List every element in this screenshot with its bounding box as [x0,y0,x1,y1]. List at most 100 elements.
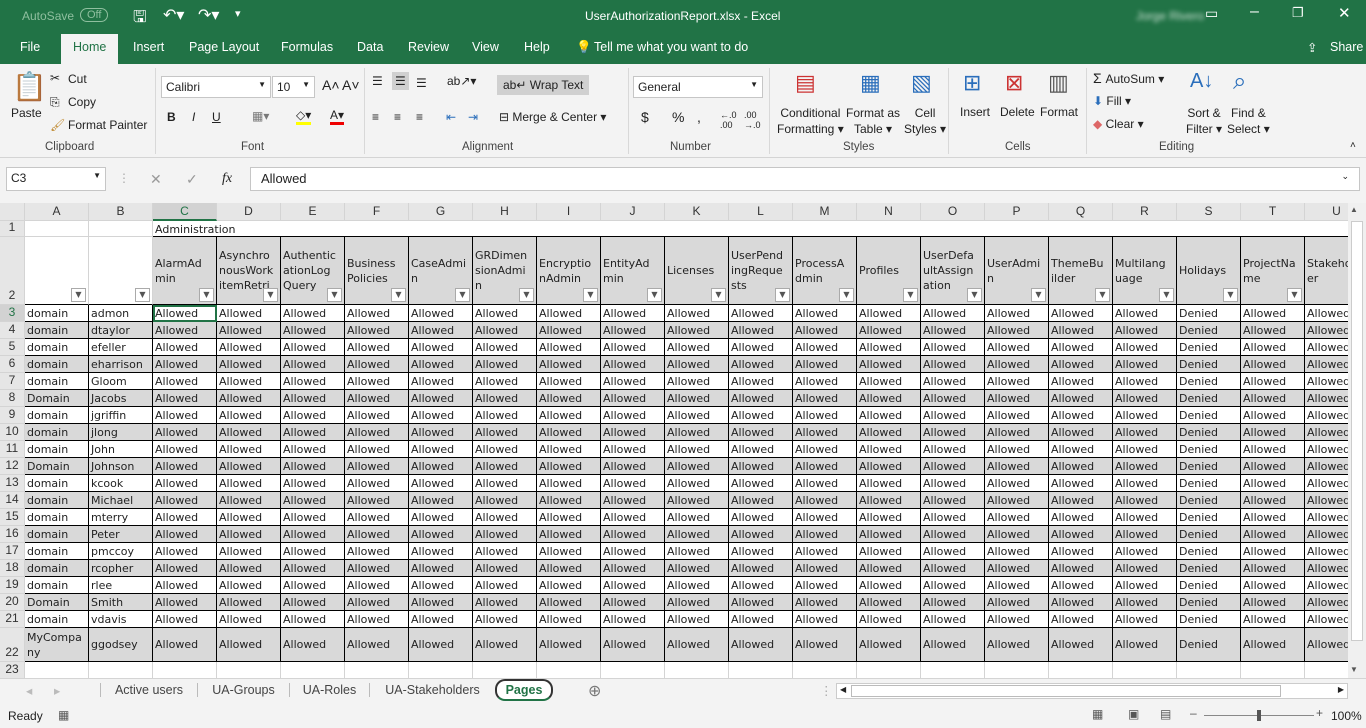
cell-M20[interactable]: Allowed [793,594,857,611]
cell-D10[interactable]: Allowed [217,424,281,441]
column-header-K[interactable]: K [665,203,729,221]
cell-G15[interactable]: Allowed [409,509,473,526]
horizontal-scroll-thumb[interactable] [851,685,1281,697]
cell-D22[interactable]: Allowed [217,628,281,662]
cell-G17[interactable]: Allowed [409,543,473,560]
cell-A23[interactable] [25,662,89,678]
cell-B18[interactable]: rcopher [89,560,153,577]
cell-H17[interactable]: Allowed [473,543,537,560]
cell-Q4[interactable]: Allowed [1049,322,1113,339]
merge-center-button[interactable]: ⊟ Merge & Center ▾ [499,110,606,124]
cell-O20[interactable]: Allowed [921,594,985,611]
user-name[interactable]: Jorge Rivero [1136,9,1204,23]
cell-F11[interactable]: Allowed [345,441,409,458]
tab-home[interactable]: Home [61,34,119,64]
cell-L4[interactable]: Allowed [729,322,793,339]
cell-F4[interactable]: Allowed [345,322,409,339]
cell-E16[interactable]: Allowed [281,526,345,543]
filter-dropdown-icon[interactable]: ▼ [647,288,662,302]
cell-E23[interactable] [281,662,345,678]
cell-P3[interactable]: Allowed [985,305,1049,322]
tab-view[interactable]: View [472,40,499,54]
filter-dropdown-icon[interactable]: ▼ [455,288,470,302]
cell-E7[interactable]: Allowed [281,373,345,390]
cell-N18[interactable]: Allowed [857,560,921,577]
cell-D15[interactable]: Allowed [217,509,281,526]
cell-F9[interactable]: Allowed [345,407,409,424]
cell-I7[interactable]: Allowed [537,373,601,390]
cell-R14[interactable]: Allowed [1113,492,1177,509]
cell-S22[interactable]: Denied [1177,628,1241,662]
filter-dropdown-icon[interactable]: ▼ [711,288,726,302]
column-filter-header[interactable]: BusinessPolicies ▼ [345,237,409,305]
cell-L22[interactable]: Allowed [729,628,793,662]
cell-K20[interactable]: Allowed [665,594,729,611]
row-header-7[interactable]: 7 [0,373,25,390]
cell-N9[interactable]: Allowed [857,407,921,424]
cell-K8[interactable]: Allowed [665,390,729,407]
cell-S4[interactable]: Denied [1177,322,1241,339]
cell-B21[interactable]: vdavis [89,611,153,628]
font-size-select[interactable]: 10 ▼ [272,76,315,98]
filter-dropdown-icon[interactable]: ▼ [1031,288,1046,302]
cell-T16[interactable]: Allowed [1241,526,1305,543]
cell-U15[interactable]: Allowed [1305,509,1348,526]
cell-M21[interactable]: Allowed [793,611,857,628]
normal-view-icon[interactable]: ▦ [1092,707,1103,721]
tell-me-search[interactable]: Tell me what you want to do [594,40,748,54]
cell-N21[interactable]: Allowed [857,611,921,628]
cell-J19[interactable]: Allowed [601,577,665,594]
align-top-icon[interactable]: ☰ [372,74,383,88]
cell-C15[interactable]: Allowed [153,509,217,526]
share-icon[interactable]: ⇪ [1307,40,1317,55]
close-icon[interactable]: ✕ [1338,4,1351,22]
cell-I20[interactable]: Allowed [537,594,601,611]
cell-B13[interactable]: kcook [89,475,153,492]
cell-I4[interactable]: Allowed [537,322,601,339]
cell-O23[interactable] [921,662,985,678]
cell-T18[interactable]: Allowed [1241,560,1305,577]
cell-N15[interactable]: Allowed [857,509,921,526]
cell-D3[interactable]: Allowed [217,305,281,322]
cell-D8[interactable]: Allowed [217,390,281,407]
sheet-tab-ua-roles[interactable]: UA-Roles [289,683,369,697]
cell-P5[interactable]: Allowed [985,339,1049,356]
decrease-font-icon[interactable]: A˅ [342,77,360,93]
cell-D19[interactable]: Allowed [217,577,281,594]
cell-N14[interactable]: Allowed [857,492,921,509]
column-header-J[interactable]: J [601,203,665,221]
cell-H10[interactable]: Allowed [473,424,537,441]
cell-H8[interactable]: Allowed [473,390,537,407]
cell-O14[interactable]: Allowed [921,492,985,509]
cell-K13[interactable]: Allowed [665,475,729,492]
cell-D7[interactable]: Allowed [217,373,281,390]
cell-H19[interactable]: Allowed [473,577,537,594]
cell-H9[interactable]: Allowed [473,407,537,424]
cell-I8[interactable]: Allowed [537,390,601,407]
cell-D4[interactable]: Allowed [217,322,281,339]
row-header-23[interactable]: 23 [0,662,25,678]
cell-F7[interactable]: Allowed [345,373,409,390]
cell-R5[interactable]: Allowed [1113,339,1177,356]
cell-D13[interactable]: Allowed [217,475,281,492]
cell-I18[interactable]: Allowed [537,560,601,577]
cell-M7[interactable]: Allowed [793,373,857,390]
zoom-out-icon[interactable]: – [1190,706,1197,720]
cell-U21[interactable]: Allowed [1305,611,1348,628]
cell-B23[interactable] [89,662,153,678]
percent-button[interactable]: % [672,109,684,125]
cell-T4[interactable]: Allowed [1241,322,1305,339]
cell-R11[interactable]: Allowed [1113,441,1177,458]
cell-T3[interactable]: Allowed [1241,305,1305,322]
cell-R7[interactable]: Allowed [1113,373,1177,390]
cell-E8[interactable]: Allowed [281,390,345,407]
cell-A16[interactable]: domain [25,526,89,543]
cell-H3[interactable]: Allowed [473,305,537,322]
cell-D12[interactable]: Allowed [217,458,281,475]
cell-T9[interactable]: Allowed [1241,407,1305,424]
cell-C12[interactable]: Allowed [153,458,217,475]
cell-K3[interactable]: Allowed [665,305,729,322]
column-header-Q[interactable]: Q [1049,203,1113,221]
row-header-17[interactable]: 17 [0,543,25,560]
filter-dropdown-icon[interactable]: ▼ [839,288,854,302]
